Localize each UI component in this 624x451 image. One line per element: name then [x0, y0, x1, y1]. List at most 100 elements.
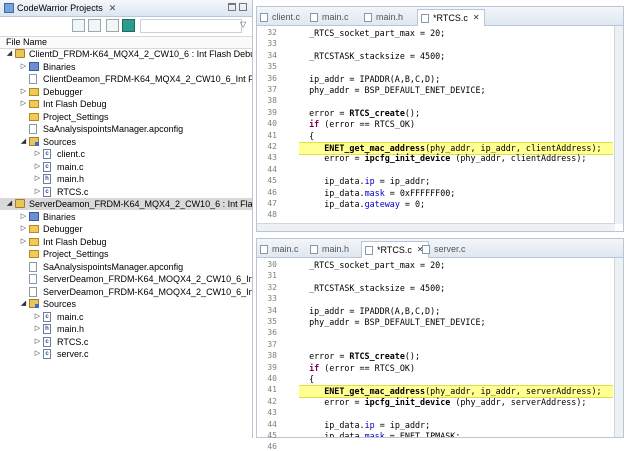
close-icon[interactable]: ✕ — [473, 11, 480, 25]
tree-row[interactable]: ▷ c RTCS.c — [0, 186, 252, 198]
tree-row[interactable]: ▷ c main.c — [0, 311, 252, 323]
collapsed-twistie-icon[interactable]: ▷ — [34, 186, 41, 198]
editor-tab[interactable]: main.c — [307, 10, 353, 24]
code-line[interactable]: error = ipcfg_init_device (phy_addr, cli… — [299, 153, 586, 164]
collapsed-twistie-icon[interactable]: ▷ — [20, 86, 27, 98]
expanded-twistie-icon[interactable]: ◢ — [6, 198, 13, 210]
line-number: 35 — [267, 62, 277, 72]
tree-row[interactable]: Project_Settings — [0, 111, 252, 123]
code-line[interactable]: ip_addr = IPADDR(A,B,C,D); — [299, 74, 440, 85]
code-line[interactable]: { — [299, 374, 314, 385]
tree-row[interactable]: ClientDeamon_FRDM-K64_MQX4_2_CW10_6_Int … — [0, 73, 252, 85]
collapsed-twistie-icon[interactable]: ▷ — [20, 211, 27, 223]
tree-row[interactable]: Project_Settings — [0, 248, 252, 260]
tree-row[interactable]: ▷ c client.c — [0, 148, 252, 160]
collapsed-twistie-icon[interactable]: ▷ — [20, 236, 27, 248]
editor-tab[interactable]: main.h — [307, 242, 353, 256]
tree-row[interactable]: ▷ Binaries — [0, 61, 252, 73]
search-icon[interactable] — [122, 19, 135, 32]
tree-row[interactable]: ▷ Binaries — [0, 211, 252, 223]
code-line[interactable]: _RTCS_socket_part_max = 20; — [299, 260, 445, 271]
tree-project-row[interactable]: ◢ ClientD_FRDM-K64_MQX4_2_CW10_6 : Int Fl… — [0, 48, 252, 60]
code-line[interactable]: ip_data.mask = 0xFFFFFF00; — [299, 188, 455, 199]
code-line[interactable]: phy_addr = BSP_DEFAULT_ENET_DEVICE; — [299, 317, 485, 328]
line-number: 42 — [267, 396, 277, 406]
maximize-icon[interactable] — [239, 3, 247, 11]
code-line[interactable]: ip_data.ip = ip_addr; — [299, 420, 430, 431]
tree-row[interactable]: ▷ Debugger — [0, 86, 252, 98]
collapsed-twistie-icon[interactable]: ▷ — [20, 223, 27, 235]
editor-tab[interactable]: client.c — [257, 10, 304, 24]
code-line[interactable]: ip_data.gateway = 0; — [299, 199, 425, 210]
tree-row[interactable]: ▷ c RTCS.c — [0, 336, 252, 348]
close-icon[interactable]: ✕ — [109, 3, 117, 14]
editor-tab[interactable]: *RTCS.c ✕ — [417, 9, 485, 26]
code-line[interactable]: ip_addr = IPADDR(A,B,C,D); — [299, 306, 440, 317]
tree-row[interactable]: ServerDeamon_FRDM-K64_MOQX4_2_CW10_6_Int… — [0, 286, 252, 298]
tree-row[interactable]: ▷ Debugger — [0, 223, 252, 235]
line-number: 35 — [267, 317, 277, 326]
explorer-tab[interactable]: CodeWarrior Projects ✕ — [2, 1, 120, 15]
code-line[interactable]: error = RTCS_create(); — [299, 351, 420, 362]
editor-top-code[interactable]: _RTCS_socket_part_max = 20; _RTCSTASK_st… — [279, 26, 623, 231]
collapsed-twistie-icon[interactable]: ▷ — [34, 173, 41, 185]
collapsed-twistie-icon[interactable]: ▷ — [34, 336, 41, 348]
editor-top-vscrollbar[interactable] — [614, 26, 623, 224]
code-line[interactable]: if (error == RTCS_OK) — [299, 363, 415, 374]
collapse-all-icon[interactable] — [72, 19, 85, 32]
editor-bottom-code[interactable]: _RTCS_socket_part_max = 20; _RTCSTASK_st… — [279, 258, 623, 437]
line-number: 34 — [267, 305, 277, 315]
expanded-twistie-icon[interactable]: ◢ — [20, 136, 27, 148]
code-line[interactable]: { — [299, 131, 314, 142]
filter-input[interactable] — [140, 19, 242, 33]
folder-icon — [29, 100, 39, 108]
code-line[interactable]: _RTCSTASK_stacksize = 4500; — [299, 283, 445, 294]
collapsed-twistie-icon[interactable]: ▷ — [34, 148, 41, 160]
editor-top-hscrollbar[interactable] — [257, 223, 615, 231]
collapsed-twistie-icon[interactable]: ▷ — [34, 161, 41, 173]
code-line[interactable]: ip_data.ip = ip_addr; — [299, 176, 430, 187]
collapsed-twistie-icon[interactable]: ▷ — [20, 61, 27, 73]
chevron-down-icon[interactable]: ▽ — [240, 20, 246, 29]
code-line[interactable]: _RTCSTASK_stacksize = 4500; — [299, 51, 445, 62]
tree-row[interactable]: SaAnalysispointsManager.apconfig — [0, 123, 252, 135]
minimize-icon[interactable] — [228, 3, 236, 11]
editor-tab[interactable]: main.h — [361, 10, 407, 24]
code-line[interactable]: error = RTCS_create(); — [299, 108, 420, 119]
tree-row[interactable]: ◢ Sources — [0, 136, 252, 148]
explorer-toolbar: ▽ — [0, 17, 252, 35]
tree-project-row[interactable]: ◢ ServerDeamon_FRDM-K64_MQX4_2_CW10_6 : I… — [0, 198, 252, 210]
line-number: 36 — [267, 73, 277, 83]
tree-row[interactable]: ServerDeamon_FRDM-K64_MOQX4_2_CW10_6_Int… — [0, 273, 252, 285]
editor-bottom-vscrollbar[interactable] — [614, 258, 623, 437]
line-number: 39 — [267, 362, 277, 372]
expanded-twistie-icon[interactable]: ◢ — [6, 48, 13, 60]
c-file-icon: c — [43, 161, 51, 172]
collapsed-twistie-icon[interactable]: ▷ — [20, 98, 27, 110]
tree-row[interactable]: ▷ Int Flash Debug — [0, 236, 252, 248]
tree-row[interactable]: ◢ Sources — [0, 298, 252, 310]
tree-row[interactable]: ▷ c server.c — [0, 348, 252, 360]
view-menu-icon[interactable] — [106, 19, 119, 32]
code-line[interactable]: _RTCS_socket_part_max = 20; — [299, 28, 445, 39]
tree-row[interactable]: ▷ h main.h — [0, 323, 252, 335]
editor-tab[interactable]: main.c — [257, 242, 303, 256]
file-icon — [421, 13, 429, 23]
code-line[interactable]: ip_data.mask = ENET_IPMASK; — [299, 431, 460, 437]
tree-row-label: ClientD_FRDM-K64_MQX4_2_CW10_6 : Int Fla… — [29, 49, 252, 59]
expanded-twistie-icon[interactable]: ◢ — [20, 298, 27, 310]
tree-row[interactable]: SaAnalysispointsManager.apconfig — [0, 261, 252, 273]
tree-row[interactable]: ▷ c main.c — [0, 161, 252, 173]
collapsed-twistie-icon[interactable]: ▷ — [34, 311, 41, 323]
tree-row[interactable]: ▷ Int Flash Debug — [0, 98, 252, 110]
tree-row[interactable]: ▷ h main.h — [0, 173, 252, 185]
collapsed-twistie-icon[interactable]: ▷ — [34, 348, 41, 360]
tree-row-label: RTCS.c — [57, 186, 89, 197]
editor-tab[interactable]: server.c — [419, 242, 470, 256]
code-line[interactable]: if (error == RTCS_OK) — [299, 119, 415, 130]
code-line[interactable]: error = ipcfg_init_device (phy_addr, ser… — [299, 397, 586, 408]
link-editor-icon[interactable] — [88, 19, 101, 32]
c-file-icon: c — [43, 349, 51, 359]
collapsed-twistie-icon[interactable]: ▷ — [34, 323, 41, 335]
code-line[interactable]: phy_addr = BSP_DEFAULT_ENET_DEVICE; — [299, 85, 485, 96]
